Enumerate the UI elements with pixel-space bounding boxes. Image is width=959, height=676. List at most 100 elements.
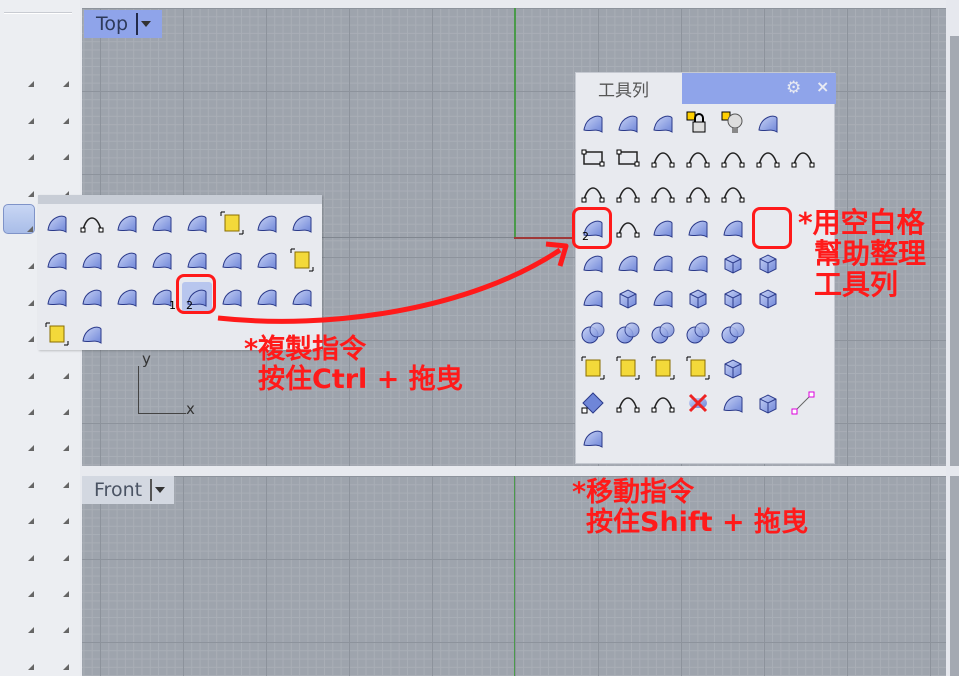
toolbar-button-render[interactable] bbox=[3, 641, 35, 671]
panel-button-cube-transform[interactable] bbox=[613, 283, 643, 313]
panel-button-patch[interactable] bbox=[718, 213, 748, 243]
viewport-title-front[interactable]: Front bbox=[82, 476, 174, 504]
flyout-button-surface-from-planar-curves[interactable] bbox=[77, 208, 107, 238]
flyout-button-surface-from-network[interactable] bbox=[112, 208, 142, 238]
panel-button-rebuild-curve[interactable] bbox=[788, 143, 818, 173]
flyout-button-vertical-plane[interactable] bbox=[42, 245, 72, 275]
toolbar-button-polyline[interactable] bbox=[3, 58, 35, 88]
flyout-button-plane-through-points[interactable] bbox=[77, 245, 107, 275]
panel-button-curve-end[interactable] bbox=[753, 143, 783, 173]
flyout-button-surface-from-grid[interactable] bbox=[217, 208, 247, 238]
toolbar-button-cylinder[interactable] bbox=[3, 277, 35, 307]
panel-button-insert-knot[interactable] bbox=[683, 178, 713, 208]
panel-button-box-cone[interactable] bbox=[718, 353, 748, 383]
toolbar-button-fillet-curve[interactable] bbox=[38, 168, 70, 198]
close-icon[interactable]: × bbox=[816, 77, 829, 96]
panel-button-line-pink[interactable] bbox=[788, 388, 818, 418]
gear-icon[interactable]: ⚙ bbox=[786, 78, 801, 98]
flyout-button-pointcloud-grid[interactable] bbox=[42, 319, 72, 349]
panel-button-loft[interactable] bbox=[648, 213, 678, 243]
panel-button-boolean-difference[interactable] bbox=[683, 318, 713, 348]
panel-button-polyline-on-mesh[interactable] bbox=[683, 143, 713, 173]
panel-button-project-to-cplane[interactable] bbox=[613, 108, 643, 138]
flyout-button-rail-revolve[interactable] bbox=[112, 282, 142, 312]
panel-button-fillet-corner[interactable] bbox=[718, 143, 748, 173]
chevron-down-icon[interactable] bbox=[155, 487, 166, 493]
toolbar-button-group[interactable] bbox=[3, 495, 35, 525]
flyout-button-loft[interactable] bbox=[147, 208, 177, 238]
flyout-button-sweep-1-rail-label[interactable]: 1 bbox=[147, 282, 177, 312]
panel-button-hatch[interactable] bbox=[718, 178, 748, 208]
toolbar-button-point[interactable] bbox=[38, 22, 70, 52]
toolbar-button-curve-control-points[interactable] bbox=[38, 58, 70, 88]
toolbar-button-mesh-tools[interactable] bbox=[3, 604, 35, 634]
flyout-button-revolve[interactable] bbox=[77, 282, 107, 312]
toolbar-button-boolean-union[interactable] bbox=[3, 386, 35, 416]
toolbar-button-dimension[interactable] bbox=[38, 459, 70, 489]
panel-button-connector-list[interactable] bbox=[613, 388, 643, 418]
panel-button-curve-points[interactable] bbox=[648, 388, 678, 418]
panel-button-boolean-split[interactable] bbox=[718, 318, 748, 348]
flyout-button-plane-corner[interactable] bbox=[252, 208, 282, 238]
flyout-button-cutting-plane[interactable] bbox=[112, 245, 142, 275]
panel-button-box[interactable] bbox=[718, 248, 748, 278]
toolbar-button-puzzle-join[interactable] bbox=[3, 313, 35, 343]
panel-button-render-box[interactable] bbox=[753, 283, 783, 313]
panel-button-surface-from-network[interactable] bbox=[683, 213, 713, 243]
toolbar-button-array[interactable] bbox=[3, 568, 35, 598]
panel-button-spheres[interactable] bbox=[578, 318, 608, 348]
panel-button-hide-light[interactable] bbox=[718, 108, 748, 138]
panel-button-boolean-union-spheres[interactable] bbox=[613, 318, 643, 348]
panel-button-surface-from-planar-curves[interactable] bbox=[613, 213, 643, 243]
toolbar-grip[interactable] bbox=[4, 12, 72, 14]
panel-button-rounded-rectangle[interactable] bbox=[613, 143, 643, 173]
toolbar-button-ellipse[interactable] bbox=[38, 95, 70, 125]
panel-button-copy-to-layer[interactable] bbox=[578, 108, 608, 138]
flyout-button-cone-surface[interactable] bbox=[287, 245, 317, 275]
toolbar-button-box-solid[interactable] bbox=[3, 240, 35, 270]
flyout-button-edge-surface[interactable] bbox=[77, 319, 107, 349]
toolbar-button-rectangle[interactable] bbox=[38, 131, 70, 161]
panel-button-offset-lines[interactable] bbox=[648, 178, 678, 208]
toolbar-button-check[interactable] bbox=[38, 604, 70, 634]
toolbar-button-trim-split[interactable] bbox=[3, 350, 35, 380]
panel-button-revolve-surface[interactable] bbox=[648, 248, 678, 278]
panel-button-color-box[interactable] bbox=[753, 388, 783, 418]
toolbar-button-offset-curve[interactable] bbox=[3, 422, 35, 452]
toolbar-button-solid-edit[interactable] bbox=[3, 532, 35, 562]
panel-button-zoom-selected[interactable] bbox=[753, 108, 783, 138]
toolbar-button-boolean-spheres[interactable] bbox=[38, 386, 70, 416]
toolbar-button-analysis-ruler[interactable] bbox=[38, 568, 70, 598]
panel-button-rail-revolve-variant[interactable] bbox=[683, 248, 713, 278]
flyout-button-heightfield[interactable] bbox=[287, 282, 317, 312]
toolbar-button-transform-move[interactable] bbox=[38, 495, 70, 525]
panel-button-plane-surface[interactable] bbox=[648, 283, 678, 313]
panel-button-dashed-line[interactable] bbox=[578, 178, 608, 208]
toolbar-button-circle[interactable] bbox=[3, 95, 35, 125]
flyout-button-extrude-straight[interactable] bbox=[182, 245, 212, 275]
panel-button-show-objects[interactable] bbox=[648, 108, 678, 138]
panel-tab[interactable]: 工具列 bbox=[576, 73, 682, 104]
panel-header[interactable]: ⚙ × bbox=[682, 73, 836, 104]
panel-button-remove-object[interactable] bbox=[683, 388, 713, 418]
toolbar-button-extrude-lines[interactable] bbox=[38, 532, 70, 562]
chevron-down-icon[interactable] bbox=[141, 21, 152, 27]
toolbar-button-surface-from-points[interactable] bbox=[3, 204, 35, 234]
flyout-button-extrude-tapered[interactable] bbox=[217, 245, 247, 275]
panel-button-lock[interactable] bbox=[683, 108, 713, 138]
flyout-button-patch[interactable] bbox=[182, 208, 212, 238]
panel-button-mesh-primitives[interactable] bbox=[578, 423, 608, 453]
toolbar-button-text[interactable]: T bbox=[3, 459, 35, 489]
panel-button-small-cube[interactable] bbox=[683, 283, 713, 313]
toolbar-button-offset-curve-dashed[interactable] bbox=[38, 422, 70, 452]
flyout-button-plane-3-points[interactable] bbox=[287, 208, 317, 238]
flyout-button-sweep-1-rail[interactable] bbox=[42, 282, 72, 312]
panel-button-cylinder-select[interactable] bbox=[718, 388, 748, 418]
viewport-title-top[interactable]: Top bbox=[84, 10, 162, 38]
flyout-button-drape[interactable] bbox=[252, 282, 282, 312]
toolbar-button-lights[interactable] bbox=[38, 641, 70, 671]
panel-button-rectangle-points[interactable] bbox=[578, 143, 608, 173]
flyout-button-picture-frame[interactable] bbox=[147, 245, 177, 275]
panel-button-box-corner[interactable] bbox=[753, 248, 783, 278]
toolbar-button-polygon[interactable] bbox=[3, 168, 35, 198]
